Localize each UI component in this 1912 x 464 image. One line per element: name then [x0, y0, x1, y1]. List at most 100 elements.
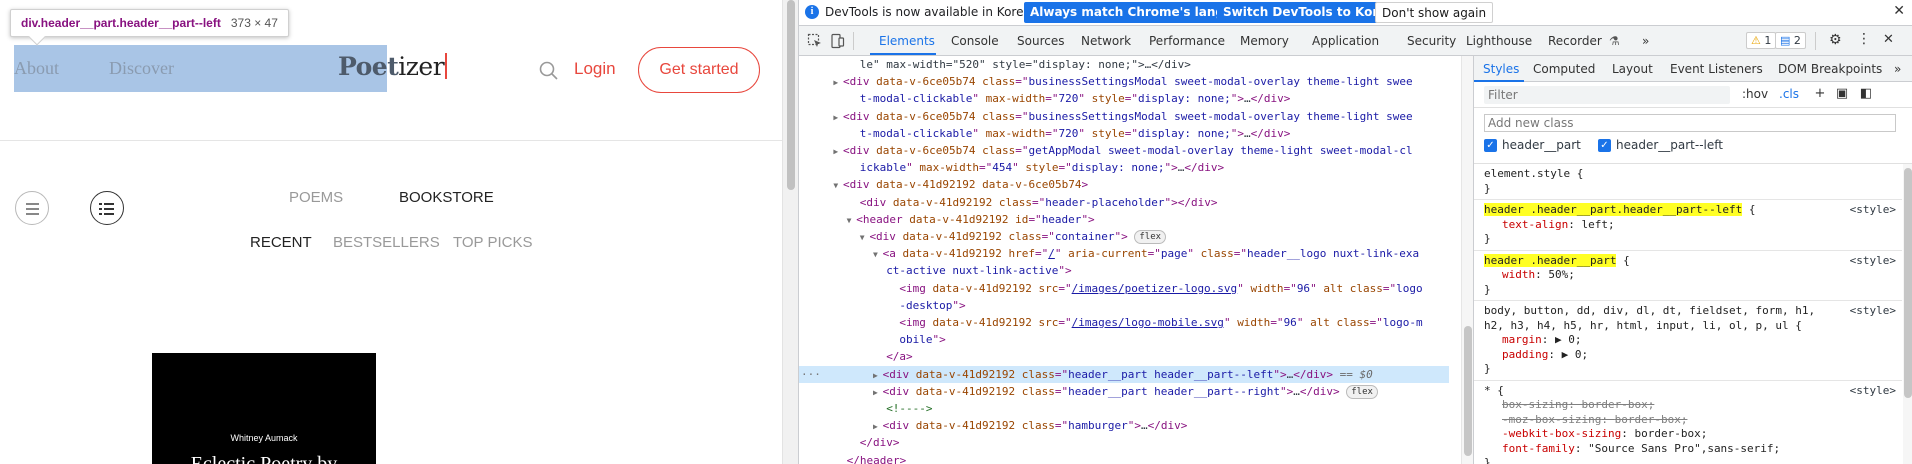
dom-node-line[interactable]: <div data-v-41d92192 class="header-place… [799, 194, 1449, 211]
class-checkbox-header-part[interactable]: ✓ [1484, 139, 1497, 152]
styles-scrollbar-thumb[interactable] [1904, 168, 1912, 398]
style-rule[interactable]: header .header__part.header__part--left … [1474, 200, 1902, 251]
expand-triangle-icon[interactable]: ▶ [873, 422, 883, 431]
css-property[interactable]: padding: ▶ 0; [1484, 348, 1902, 363]
rule-selector[interactable]: header .header__part { [1484, 253, 1902, 269]
dom-node-line[interactable]: le" max-width="520" style="display: none… [799, 56, 1449, 73]
inspect-element-icon[interactable] [807, 33, 823, 49]
tab-network[interactable]: Network [1081, 34, 1131, 48]
css-property-value[interactable]: left; [1581, 218, 1614, 231]
page-scrollbar-thumb[interactable] [787, 0, 795, 190]
styles-filter-input[interactable]: Filter [1484, 86, 1730, 104]
dom-node-line[interactable]: <img data-v-41d92192 src="/images/poetiz… [799, 280, 1449, 297]
rule-source-link[interactable]: <style> [1850, 304, 1896, 319]
collapse-triangle-icon[interactable]: ▼ [847, 216, 857, 225]
tab-bookstore[interactable]: BOOKSTORE [399, 189, 494, 206]
dom-node-line[interactable]: ▶ <div data-v-6ce05b74 class="businessSe… [799, 108, 1449, 125]
style-rule[interactable]: element.style {} [1474, 164, 1902, 200]
dom-node-line[interactable]: ▼ <a data-v-41d92192 href="/" aria-curre… [799, 245, 1449, 262]
dom-node-line[interactable]: ▶ <div data-v-41d92192 class="header__pa… [799, 383, 1449, 400]
tab-memory[interactable]: Memory [1240, 34, 1289, 48]
dom-node-line[interactable]: ▶ <div data-v-41d92192 class="hamburger"… [799, 417, 1449, 434]
dom-token[interactable]: /images/logo-mobile.svg [1072, 316, 1224, 329]
rule-source-link[interactable]: <style> [1850, 384, 1896, 399]
css-property-value[interactable]: ▶ 0; [1555, 333, 1582, 346]
toggle-print-media-icon[interactable]: ▣ [1834, 86, 1850, 102]
tab-lighthouse[interactable]: Lighthouse [1466, 34, 1532, 48]
more-tabs-button[interactable]: » [1642, 34, 1649, 48]
styles-scrollbar[interactable] [1903, 164, 1912, 464]
expand-triangle-icon[interactable]: ▶ [833, 78, 843, 87]
expand-triangle-icon[interactable]: ▶ [833, 113, 843, 122]
device-toolbar-icon[interactable] [829, 33, 845, 49]
nav-about-link[interactable]: About [14, 58, 59, 79]
detail-list-view-button[interactable] [90, 191, 124, 225]
subtab-top-picks[interactable]: TOP PICKS [453, 234, 532, 251]
subtab-bestsellers[interactable]: BESTSELLERS [333, 234, 440, 251]
css-property[interactable]: margin: ▶ 0; [1484, 333, 1902, 348]
rule-source-link[interactable]: <style> [1850, 203, 1896, 218]
dom-node-line[interactable]: ▶ <div data-v-6ce05b74 class="businessSe… [799, 73, 1449, 90]
get-started-button[interactable]: Get started [638, 47, 760, 93]
dom-node-line[interactable]: ct-active nuxt-link-active"> [799, 262, 1449, 279]
tab-event-listeners[interactable]: Event Listeners [1670, 62, 1763, 76]
dom-node-line[interactable]: </header> [799, 452, 1449, 464]
css-property-value[interactable]: border-box; [1634, 427, 1707, 440]
dom-node-line[interactable]: t-modal-clickable" max-width="720" style… [799, 125, 1449, 142]
tab-poems[interactable]: POEMS [289, 189, 343, 206]
nav-discover-link[interactable]: Discover [109, 58, 174, 79]
book-cover[interactable]: Whitney Aumack Eclectic Poetry by [152, 353, 376, 464]
css-property-name[interactable]: text-align [1502, 218, 1568, 231]
tab-security[interactable]: Security [1407, 34, 1456, 48]
tab-styles[interactable]: Styles [1483, 62, 1519, 76]
search-icon[interactable] [538, 60, 560, 82]
css-property[interactable]: box-sizing: border-box; [1484, 398, 1902, 413]
computed-sidebar-toggle-icon[interactable]: ◧ [1858, 86, 1874, 102]
dom-token[interactable]: /images/poetizer-logo.svg [1072, 282, 1238, 295]
tab-computed[interactable]: Computed [1533, 62, 1595, 76]
login-link[interactable]: Login [574, 59, 616, 79]
style-rule[interactable]: * {<style> box-sizing: border-box; -moz-bo… [1474, 381, 1902, 464]
elements-scrollbar[interactable] [1461, 56, 1473, 464]
css-property[interactable]: font-family: "Source Sans Pro",sans-seri… [1484, 442, 1902, 457]
css-property-name[interactable]: -moz-box-sizing [1502, 413, 1601, 426]
css-property[interactable]: -webkit-box-sizing: border-box; [1484, 427, 1902, 442]
page-scrollbar[interactable] [782, 0, 798, 464]
css-property[interactable]: -moz-box-sizing: border-box; [1484, 413, 1902, 428]
dom-node-line[interactable]: ▼ <header data-v-41d92192 id="header"> [799, 211, 1449, 228]
elements-dom-tree[interactable]: le" max-width="520" style="display: none… [799, 56, 1461, 464]
css-property-name[interactable]: width [1502, 268, 1535, 281]
close-infobar-icon[interactable]: ✕ [1893, 3, 1905, 19]
node-actions-ellipsis[interactable]: ··· [801, 366, 821, 383]
class-toggle[interactable]: .cls [1779, 87, 1799, 101]
css-property-name[interactable]: margin [1502, 333, 1542, 346]
collapse-triangle-icon[interactable]: ▼ [860, 233, 870, 242]
rule-selector[interactable]: body, button, dd, div, dl, dt, fieldset,… [1484, 304, 1902, 319]
css-property-name[interactable]: font-family [1502, 442, 1575, 455]
customize-menu-icon[interactable]: ⋮ [1857, 31, 1871, 47]
rule-selector[interactable]: element.style { [1484, 167, 1902, 182]
dom-node-line[interactable]: t-modal-clickable" max-width="720" style… [799, 90, 1449, 107]
rule-selector[interactable]: * { [1484, 384, 1902, 399]
css-property-value[interactable]: border-box; [1581, 398, 1654, 411]
dom-node-line[interactable]: <img data-v-41d92192 src="/images/logo-m… [799, 314, 1449, 331]
layout-badge[interactable]: flex [1134, 230, 1167, 244]
tab-dom-breakpoints[interactable]: DOM Breakpoints [1778, 62, 1882, 76]
close-devtools-icon[interactable]: ✕ [1883, 32, 1894, 47]
expand-triangle-icon[interactable]: ▶ [873, 371, 883, 380]
dom-node-line[interactable]: obile"> [799, 331, 1449, 348]
dom-node-line[interactable]: </div> [799, 434, 1449, 451]
dom-node-line[interactable]: -desktop"> [799, 297, 1449, 314]
list-view-button[interactable] [15, 191, 49, 225]
tab-performance[interactable]: Performance [1149, 34, 1225, 48]
css-property-name[interactable]: -webkit-box-sizing [1502, 427, 1621, 440]
class-checkbox-header-part-left[interactable]: ✓ [1598, 139, 1611, 152]
css-property-value[interactable]: "Source Sans Pro",sans-serif; [1588, 442, 1780, 455]
dom-token[interactable]: / [1048, 247, 1055, 260]
layout-badge[interactable]: flex [1346, 384, 1378, 399]
dom-node-line[interactable]: <!----> [799, 400, 1449, 417]
settings-gear-icon[interactable]: ⚙ [1829, 32, 1842, 48]
tab-recorder[interactable]: Recorder [1548, 34, 1602, 48]
css-property-value[interactable]: 50%; [1548, 268, 1575, 281]
tab-sources[interactable]: Sources [1017, 34, 1064, 48]
